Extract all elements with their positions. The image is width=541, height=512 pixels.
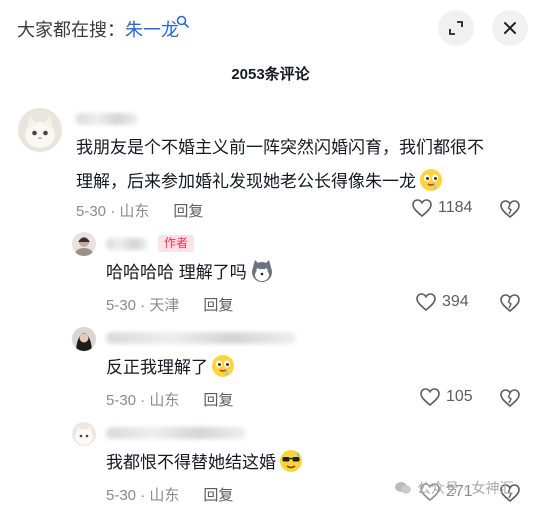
reply-button[interactable]: 回复 [173,203,203,220]
wechat-icon [395,482,411,494]
close-icon [504,22,516,34]
like-button[interactable]: 105 [420,388,473,406]
author-badge: 作者 [158,235,195,252]
comment-date: 5-30 [76,203,107,220]
comment-meta: 5-30 · 山东 回复 [76,203,204,220]
reply-date: 5-30 [106,297,137,314]
username-blurred[interactable] [106,238,148,250]
reply-meta: 5-30 · 天津 回复 [106,297,234,314]
reply-meta: 5-30 · 山东 回复 [106,487,234,504]
comment-text-line: 理解，后来参加婚礼发现她老公长得像朱一龙 [76,165,526,199]
broken-heart-icon[interactable] [500,294,520,312]
watermark: 公众号 · 女神汇 [395,478,513,498]
like-count: 105 [446,388,473,405]
comment-count: 2053条评论 [231,66,310,83]
broken-heart-icon[interactable] [500,389,520,407]
like-button[interactable]: 394 [416,293,469,311]
reply-button[interactable]: 回复 [203,487,233,504]
comment-location: 山东 [119,203,150,220]
user-avatar-icon [72,232,96,256]
search-term-link[interactable]: 朱一龙 [125,20,179,40]
broken-heart-icon[interactable] [500,200,520,218]
reply-location: 山东 [149,487,180,504]
reply-text: 反正我理解了 [106,351,235,385]
heart-icon [416,293,436,311]
reply-text: 我都恨不得替她结这婚 [106,446,303,480]
close-button[interactable] [492,10,528,46]
username-blurred[interactable] [106,427,246,439]
avatar[interactable] [18,108,62,152]
drooling-face-icon [212,355,234,377]
cat-avatar-icon [72,422,96,446]
search-icon[interactable] [176,15,189,28]
expand-icon [449,21,463,35]
heart-icon [412,199,432,217]
expand-button[interactable] [438,10,474,46]
husky-face-icon [251,260,272,282]
search-suggestion[interactable]: 大家都在搜：朱一龙 [17,16,179,42]
reply-meta: 5-30 · 山东 回复 [106,392,234,409]
username-blurred[interactable] [76,113,138,125]
heart-icon [420,388,440,406]
drooling-face-icon [420,169,442,191]
avatar[interactable] [72,232,96,256]
top-bar: 大家都在搜：朱一龙 [0,0,541,56]
like-button[interactable]: 1184 [412,199,472,217]
reply-button[interactable]: 回复 [203,297,233,314]
user-avatar-icon [72,327,96,351]
reply-date: 5-30 [106,487,137,504]
cat-avatar-icon [18,108,62,152]
search-prefix-label: 大家都在搜： [17,20,125,40]
like-count: 394 [442,293,469,310]
reply-location: 山东 [149,392,180,409]
reply-location: 天津 [149,297,180,314]
avatar[interactable] [72,327,96,351]
reply-text: 哈哈哈哈 理解了吗 [106,256,274,290]
comment-text-line: 我朋友是个不婚主义前一阵突然闪婚闪育，我们都很不 [76,138,484,157]
cool-sweat-face-icon [280,450,302,472]
reply-date: 5-30 [106,392,137,409]
avatar[interactable] [72,422,96,446]
reply-button[interactable]: 回复 [203,392,233,409]
username-blurred[interactable] [106,332,296,344]
comment-text: 我朋友是个不婚主义前一阵突然闪婚闪育，我们都很不 理解，后来参加婚礼发现她老公长… [76,131,526,199]
like-count: 1184 [438,199,473,216]
